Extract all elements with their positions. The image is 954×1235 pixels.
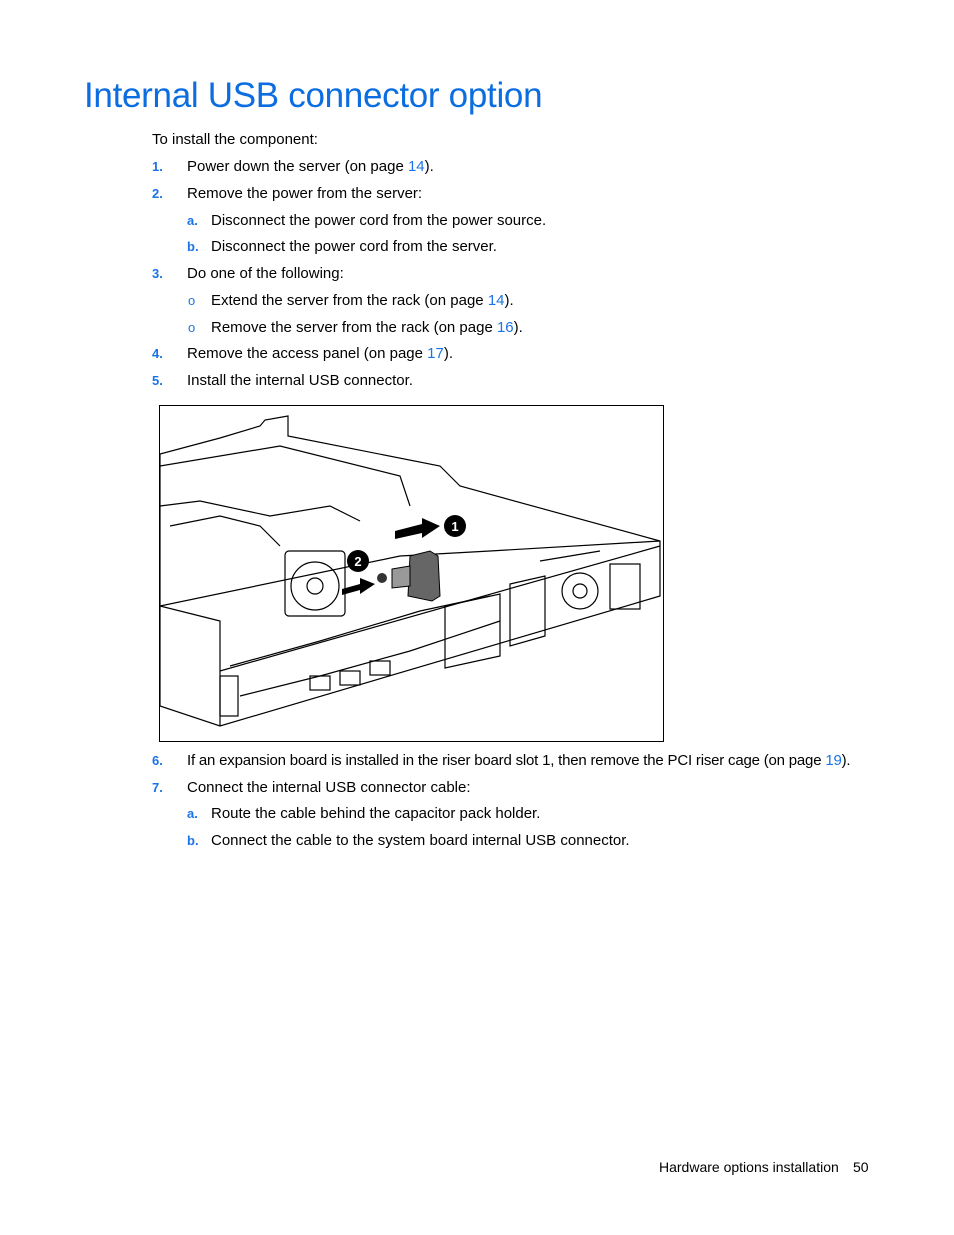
bullet-marker: o [188, 320, 196, 335]
server-chassis-drawing: 1 2 [160, 415, 661, 727]
arrow-1-icon [395, 518, 440, 539]
substep-letter: a. [187, 806, 198, 821]
screw-drawing [377, 573, 387, 583]
page-link[interactable]: 14 [488, 292, 505, 309]
bullet-text-post: ). [504, 292, 514, 309]
bullet-text: Remove the server from the rack (on page… [211, 319, 523, 337]
page-link[interactable]: 16 [497, 319, 514, 336]
substep-text: Connect the cable to the system board in… [211, 832, 630, 849]
step-number: 7. [152, 780, 163, 795]
step-2-text: Remove the power from the server: [187, 185, 423, 202]
step-number: 6. [152, 753, 163, 768]
substep-letter: a. [187, 213, 198, 228]
step-number: 5. [152, 373, 163, 388]
substep-text: Route the cable behind the capacitor pac… [211, 805, 541, 822]
page-link[interactable]: 17 [427, 345, 444, 362]
substep-letter: b. [187, 833, 199, 848]
usb-connector-drawing [407, 550, 441, 602]
fan-drawing [284, 550, 346, 617]
substep-text: Disconnect the power cord from the serve… [211, 238, 497, 255]
step-4-text: Remove the access panel (on page 17). [187, 345, 453, 363]
step-number: 2. [152, 186, 163, 201]
page-link[interactable]: 19 [825, 752, 842, 769]
step-6-text: If an expansion board is installed in th… [187, 752, 851, 770]
step-text: Remove the access panel (on page [187, 345, 428, 362]
step-text-end: ). [424, 158, 434, 175]
step-7-text: Connect the internal USB connector cable… [187, 779, 471, 796]
step-text: Power down the server (on page [187, 158, 408, 175]
step-text: If an expansion board is installed in th… [187, 752, 826, 769]
step-text-end: ). [841, 752, 851, 769]
page-link[interactable]: 14 [408, 158, 425, 175]
page-title: Internal USB connector option [84, 76, 543, 115]
bullet-text: Extend the server from the rack (on page… [211, 292, 514, 310]
bullet-text-pre: Extend the server from the rack (on page [211, 292, 488, 309]
footer-section-title: Hardware options installation [659, 1159, 839, 1175]
callout-2-label: 2 [354, 554, 361, 569]
substep-letter: b. [187, 239, 199, 254]
step-number: 1. [152, 159, 163, 174]
bullet-text-post: ). [513, 319, 523, 336]
arrow-2-icon [342, 578, 375, 595]
page-number: 50 [853, 1159, 869, 1175]
intro-text: To install the component: [152, 131, 318, 148]
bullet-marker: o [188, 293, 196, 308]
step-text-end: ). [443, 345, 454, 362]
callout-1-label: 1 [451, 519, 458, 534]
step-1-text: Power down the server (on page 14). [187, 158, 434, 176]
step-5-text: Install the internal USB connector. [187, 372, 413, 389]
usb-connector-illustration: 1 2 [159, 405, 664, 742]
step-3-text: Do one of the following: [187, 265, 344, 282]
power-socket [609, 563, 641, 610]
substep-text: Disconnect the power cord from the power… [211, 212, 547, 229]
step-number: 4. [152, 346, 163, 361]
step-number: 3. [152, 266, 163, 281]
bullet-text-pre: Remove the server from the rack (on page [211, 319, 497, 336]
